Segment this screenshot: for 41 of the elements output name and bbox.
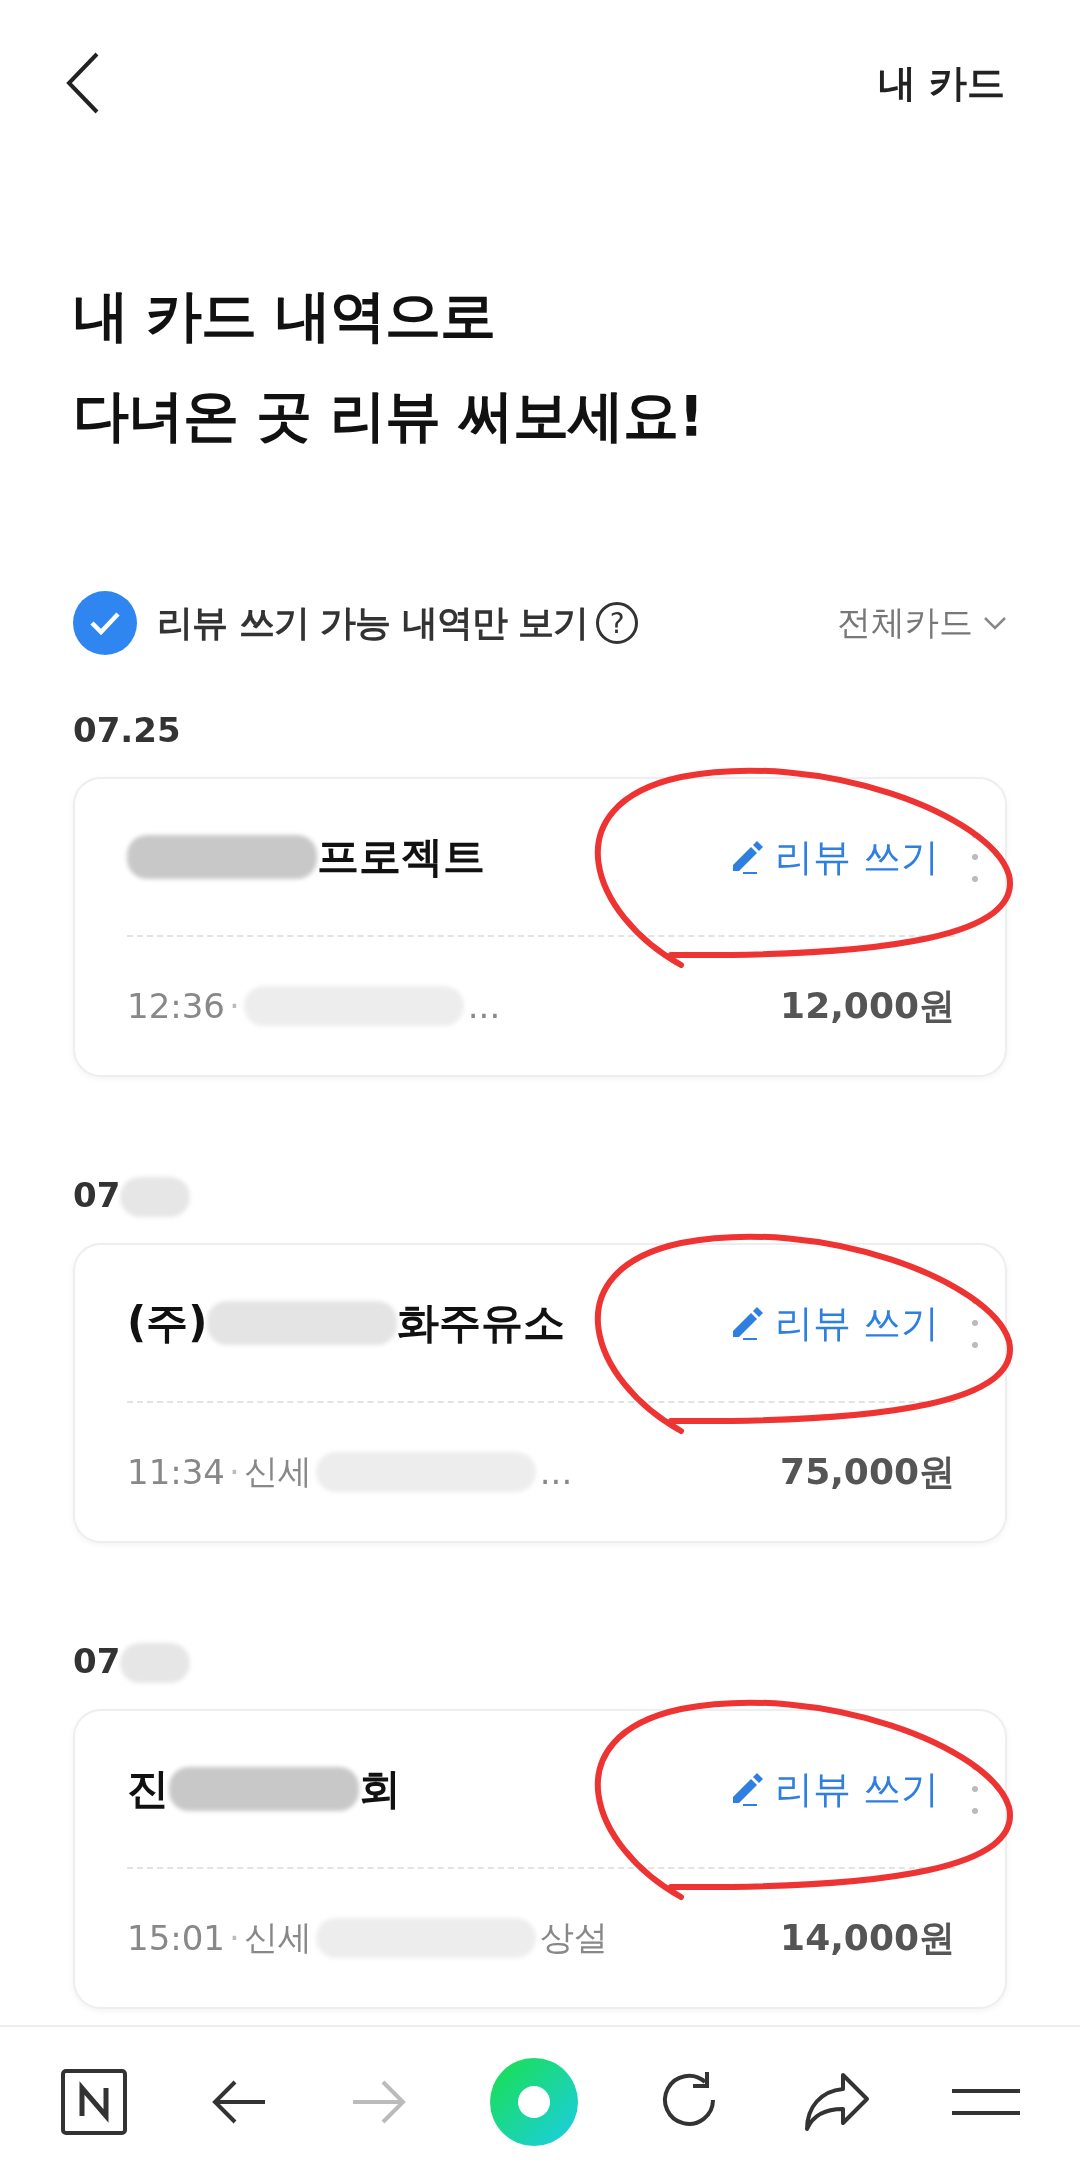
merchant-name-part: (주) [127, 1297, 208, 1349]
detail-text: 신세 [243, 1916, 312, 1959]
help-icon[interactable]: ? [596, 602, 639, 644]
detail-text: 11:34 [127, 1452, 225, 1492]
merchant-name-part: 화주유소 [397, 1297, 566, 1349]
separator-dot: · [229, 986, 240, 1026]
checkmark-icon [89, 611, 121, 635]
transaction-card[interactable]: 진 회 리뷰 쓰기 15:01·신세 상설 14,000원 [73, 1709, 1007, 2009]
detail-text: ... [539, 1452, 573, 1492]
chevron-left-icon [66, 52, 100, 114]
merchant-name-part: 프로젝트 [317, 831, 485, 883]
date-label: 07.25 [73, 710, 181, 750]
detail-text: 상설 [539, 1916, 608, 1959]
detail-text: 15:01 [127, 1918, 225, 1958]
filter-label[interactable]: 리뷰 쓰기 가능 내역만 보기 [157, 598, 589, 648]
amount: 75,000원 [780, 1449, 955, 1494]
menu-icon[interactable] [951, 2087, 1020, 2117]
chevron-down-icon [983, 616, 1007, 630]
write-review-button[interactable]: 리뷰 쓰기 [728, 1297, 939, 1349]
merchant-name-part: 진 [127, 1763, 169, 1815]
n-logo-icon[interactable] [60, 2068, 129, 2136]
redaction-mark [120, 1177, 191, 1218]
date-label: 07 [73, 1174, 191, 1218]
merchant-name-part: 회 [359, 1763, 401, 1815]
transaction-card[interactable]: 프로젝트 리뷰 쓰기 12:36· ... 12,000원 [73, 777, 1007, 1077]
detail-text: ... [467, 986, 501, 1026]
detail-text: 12:36 [127, 986, 225, 1026]
date-label: 07 [73, 1640, 191, 1684]
separator-dot: · [229, 1918, 240, 1958]
redaction-mark [120, 1643, 191, 1684]
amount: 14,000원 [780, 1915, 955, 1960]
page-title: 내 카드 [877, 59, 1005, 107]
write-review-button[interactable]: 리뷰 쓰기 [728, 831, 939, 883]
transaction-card[interactable]: (주) 화주유소 리뷰 쓰기 11:34·신세 ... 75,000원 [73, 1243, 1007, 1543]
write-review-button[interactable]: 리뷰 쓰기 [728, 1763, 939, 1815]
separator-dot: · [229, 1452, 240, 1492]
headline: 내 카드 내역으로 다녀온 곳 리뷰 써보세요! [73, 282, 705, 450]
share-arrow-icon[interactable] [803, 2071, 872, 2133]
amount: 12,000원 [780, 983, 955, 1028]
detail-text: 신세 [243, 1450, 312, 1493]
card-select[interactable]: 전체카드 [837, 600, 1007, 646]
